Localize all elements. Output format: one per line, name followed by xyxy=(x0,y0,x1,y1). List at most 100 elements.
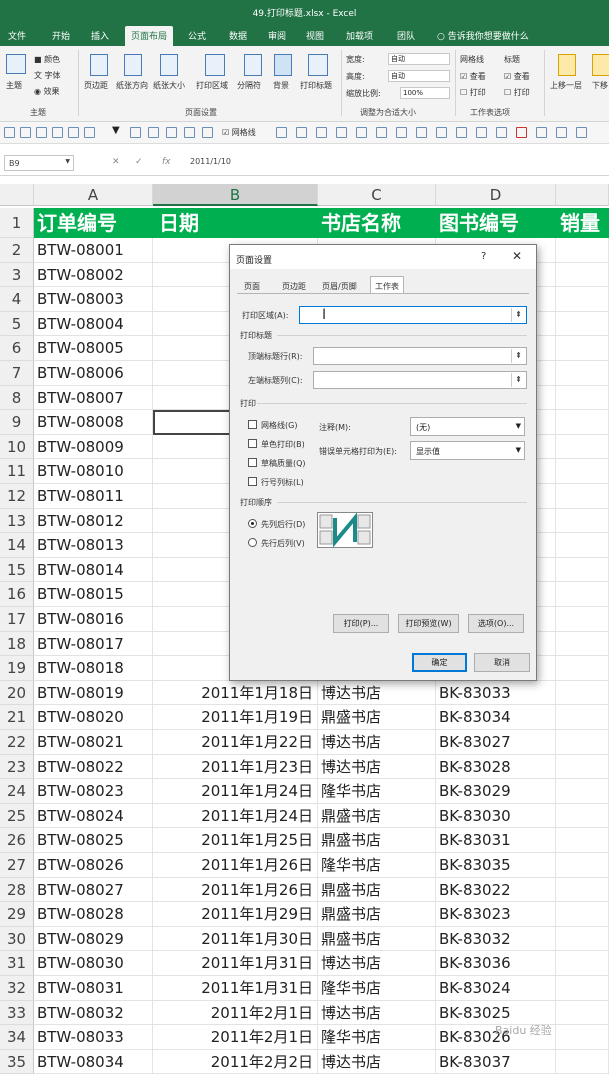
row-number[interactable]: 7 xyxy=(0,361,34,386)
cell-sales[interactable] xyxy=(556,877,609,903)
cell-date[interactable]: 2011年1月23日 xyxy=(153,754,318,780)
cell-order-id[interactable]: BTW-08033 xyxy=(34,1025,153,1050)
toolbar-icon-12[interactable] xyxy=(276,127,287,138)
cell-sales[interactable] xyxy=(556,311,609,337)
tab-page-layout[interactable]: 页面布局 xyxy=(125,26,174,48)
cell-sales[interactable] xyxy=(556,976,609,1001)
cell-sales[interactable] xyxy=(556,582,609,607)
row-number[interactable]: 28 xyxy=(0,877,34,903)
cell-book-id[interactable]: BK-83036 xyxy=(436,951,556,976)
cell-order-id[interactable]: BTW-08014 xyxy=(34,557,153,583)
tell-me-search[interactable]: ○ 告诉我你想要做什么 xyxy=(437,29,529,42)
colors-button[interactable]: ■ 颜色 xyxy=(34,54,60,65)
cell-sales[interactable] xyxy=(556,287,609,312)
size-button[interactable]: 纸张大小 xyxy=(153,80,185,91)
cell-order-id[interactable]: BTW-08028 xyxy=(34,902,153,927)
cell-store[interactable]: 隆华书店 xyxy=(318,779,436,804)
background-button[interactable]: 背景 xyxy=(273,80,289,91)
row-number[interactable]: 8 xyxy=(0,385,34,411)
toolbar-icon-15[interactable] xyxy=(336,127,347,138)
margins-button[interactable]: 页边距 xyxy=(84,80,108,91)
cell-store[interactable]: 鼎盛书店 xyxy=(318,877,436,903)
breaks-button[interactable]: 分隔符 xyxy=(237,80,261,91)
toolbar-icon-26[interactable] xyxy=(556,127,567,138)
gridlines-view-checkbox[interactable]: ☑ 查看 xyxy=(460,71,486,82)
dialog-tab-header-footer[interactable]: 页眉/页脚 xyxy=(318,279,361,294)
cell-sales[interactable] xyxy=(556,902,609,927)
toolbar-icon-17[interactable] xyxy=(376,127,387,138)
toolbar-icon-27[interactable] xyxy=(576,127,587,138)
column-header-d[interactable]: D xyxy=(436,184,556,206)
toolbar-icon-4[interactable] xyxy=(52,127,63,138)
row-number[interactable]: 11 xyxy=(0,459,34,484)
cell-sales[interactable] xyxy=(556,459,609,484)
cell-order-id[interactable]: BTW-08015 xyxy=(34,582,153,607)
header-cell[interactable]: 书店名称 xyxy=(318,208,436,238)
row-col-headings-checkbox[interactable] xyxy=(248,477,257,486)
cell-sales[interactable] xyxy=(556,730,609,755)
row-number[interactable]: 13 xyxy=(0,508,34,534)
cell-sales[interactable] xyxy=(556,410,609,435)
options-button[interactable]: 选项(O)... xyxy=(468,614,524,633)
row-number[interactable]: 31 xyxy=(0,951,34,976)
cell-sales[interactable] xyxy=(556,533,609,558)
toolbar-icon-16[interactable] xyxy=(356,127,367,138)
column-header-a[interactable]: A xyxy=(34,184,153,206)
cell-order-id[interactable]: BTW-08034 xyxy=(34,1049,153,1075)
print-area-input[interactable]: I ⇞ xyxy=(299,306,527,324)
cell-sales[interactable] xyxy=(556,631,609,657)
cell-sales[interactable] xyxy=(556,680,609,706)
collapse-icon[interactable]: ⇞ xyxy=(511,308,525,322)
cell-sales[interactable] xyxy=(556,385,609,411)
tab-formulas[interactable]: 公式 xyxy=(188,29,206,42)
toolbar-icon-25[interactable] xyxy=(536,127,547,138)
cell-sales[interactable] xyxy=(556,926,609,952)
dialog-tab-page[interactable]: 页面 xyxy=(240,279,264,294)
select-all-corner[interactable] xyxy=(0,184,34,206)
confirm-icon[interactable]: ✓ xyxy=(135,157,143,167)
cell-order-id[interactable]: BTW-08030 xyxy=(34,951,153,976)
cell-sales[interactable] xyxy=(556,508,609,534)
cell-store[interactable]: 鼎盛书店 xyxy=(318,828,436,853)
cell-store[interactable]: 鼎盛书店 xyxy=(318,803,436,829)
cell-order-id[interactable]: BTW-08027 xyxy=(34,877,153,903)
cell-order-id[interactable]: BTW-08004 xyxy=(34,311,153,337)
row-number[interactable]: 21 xyxy=(0,705,34,730)
row-number[interactable]: 15 xyxy=(0,557,34,583)
print-preview-button[interactable]: 打印预览(W) xyxy=(398,614,459,633)
cell-order-id[interactable]: BTW-08006 xyxy=(34,361,153,386)
print-area-button[interactable]: 打印区域 xyxy=(196,80,228,91)
print-button[interactable]: 打印(P)... xyxy=(333,614,389,633)
fonts-button[interactable]: 文 字体 xyxy=(34,70,61,81)
row-number[interactable]: 32 xyxy=(0,976,34,1001)
cell-book-id[interactable]: BK-83033 xyxy=(436,680,556,706)
toolbar-icon-1[interactable] xyxy=(4,127,15,138)
toolbar-icon-6[interactable] xyxy=(84,127,95,138)
cell-date[interactable]: 2011年2月1日 xyxy=(153,1000,318,1026)
cell-store[interactable]: 博达书店 xyxy=(318,1000,436,1026)
row-number[interactable]: 14 xyxy=(0,533,34,558)
cell-date[interactable]: 2011年1月18日 xyxy=(153,680,318,706)
row-number[interactable]: 25 xyxy=(0,803,34,829)
toolbar-icon-21[interactable] xyxy=(456,127,467,138)
cell-store[interactable]: 隆华书店 xyxy=(318,976,436,1001)
height-select[interactable]: 自动 xyxy=(388,70,450,82)
cell-sales[interactable] xyxy=(556,484,609,509)
row-number[interactable]: 4 xyxy=(0,287,34,312)
cols-to-repeat-input[interactable]: ⇞ xyxy=(313,371,527,389)
tab-home[interactable]: 开始 xyxy=(52,29,70,42)
name-box[interactable]: B9 ▼ xyxy=(4,155,74,171)
cell-date[interactable]: 2011年1月24日 xyxy=(153,779,318,804)
row-number[interactable]: 27 xyxy=(0,853,34,878)
cell-order-id[interactable]: BTW-08002 xyxy=(34,262,153,288)
ok-button[interactable]: 确定 xyxy=(412,653,467,672)
column-header-b[interactable]: B xyxy=(153,184,318,206)
cell-date[interactable]: 2011年1月29日 xyxy=(153,902,318,927)
cell-store[interactable]: 博达书店 xyxy=(318,1049,436,1075)
header-cell[interactable]: 销量 xyxy=(556,208,609,238)
toolbar-icon-23[interactable] xyxy=(496,127,507,138)
header-cell[interactable]: 订单编号 xyxy=(34,208,153,238)
cell-store[interactable]: 博达书店 xyxy=(318,730,436,755)
tab-team[interactable]: 团队 xyxy=(397,29,415,42)
cell-date[interactable]: 2011年1月26日 xyxy=(153,877,318,903)
